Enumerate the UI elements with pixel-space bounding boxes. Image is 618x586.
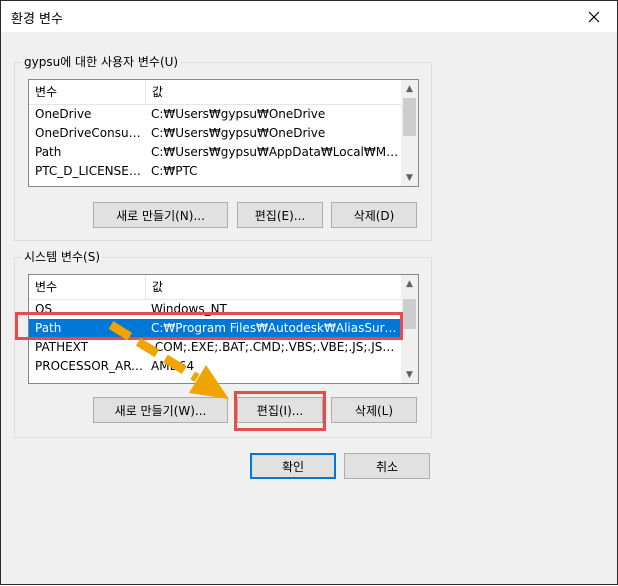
vertical-scrollbar[interactable]: ▲ ▼ [401,275,418,383]
user-edit-button[interactable]: 편집(E)... [237,202,323,228]
user-variables-list[interactable]: 변수 값 OneDrive C:₩Users₩gypsu₩OneDrive On… [28,79,419,187]
close-button[interactable] [571,1,617,32]
scroll-thumb[interactable] [403,299,416,329]
variable-name: PTC_D_LICENSE_FI... [35,164,145,178]
title-bar: 환경 변수 [1,1,617,32]
variable-value: C:₩Users₩gypsu₩OneDrive [151,107,326,121]
variable-name: OneDrive [35,107,92,121]
variable-name: Path [35,145,62,159]
column-header-value[interactable]: 값 [146,275,401,299]
system-new-button[interactable]: 새로 만들기(W)... [93,397,228,423]
scroll-up-icon[interactable]: ▲ [401,275,418,292]
table-row[interactable]: PROCESSOR_ARC... AMD64 [29,357,401,376]
variable-value: C:₩Users₩gypsu₩AppData₩Local₩Microso... [151,145,399,159]
list-header: 변수 값 [29,275,401,300]
column-header-variable[interactable]: 변수 [29,80,145,104]
variable-name: PATHEXT [35,340,89,354]
vertical-scrollbar[interactable]: ▲ ▼ [401,80,418,186]
cancel-button[interactable]: 취소 [344,453,430,479]
user-rows: OneDrive C:₩Users₩gypsu₩OneDrive OneDriv… [29,105,401,181]
column-header-variable[interactable]: 변수 [29,275,145,299]
variable-name: PROCESSOR_ARC... [35,359,145,373]
variable-name: OneDriveConsumer [35,126,145,140]
user-new-button[interactable]: 새로 만들기(N)... [93,202,228,228]
user-variables-title: gypsu에 대한 사용자 변수(U) [21,54,182,70]
table-row[interactable]: OS Windows_NT [29,300,401,319]
variable-name: OS [35,302,53,316]
variable-value: C:₩Program Files₩Autodesk₩AliasSurface2.… [151,321,399,335]
table-row-selected[interactable]: Path C:₩Program Files₩Autodesk₩AliasSurf… [29,319,401,338]
table-row[interactable]: OneDriveConsumer C:₩Users₩gypsu₩OneDrive [29,124,401,143]
scroll-down-icon[interactable]: ▼ [401,169,418,186]
window-title: 환경 변수 [11,12,63,27]
list-header: 변수 값 [29,80,401,105]
table-row[interactable]: OneDrive C:₩Users₩gypsu₩OneDrive [29,105,401,124]
variable-value: .COM;.EXE;.BAT;.CMD;.VBS;.VBE;.JS;.JSE;.… [151,340,399,354]
scroll-thumb[interactable] [403,98,416,136]
system-delete-button[interactable]: 삭제(L) [331,397,417,423]
table-row[interactable]: Path C:₩Users₩gypsu₩AppData₩Local₩Micros… [29,143,401,162]
table-row[interactable]: PTC_D_LICENSE_FI... C:₩PTC [29,162,401,181]
user-delete-button[interactable]: 삭제(D) [331,202,417,228]
close-icon [588,11,600,22]
scroll-up-icon[interactable]: ▲ [401,80,418,97]
variable-value: Windows_NT [151,302,227,316]
system-variables-list[interactable]: 변수 값 OS Windows_NT Path C:₩Program Files… [28,274,419,384]
system-edit-button[interactable]: 편집(I)... [237,397,323,423]
column-header-value[interactable]: 값 [146,80,401,104]
scroll-down-icon[interactable]: ▼ [401,366,418,383]
variable-value: AMD64 [151,359,195,373]
variable-value: C:₩Users₩gypsu₩OneDrive [151,126,326,140]
system-rows: OS Windows_NT Path C:₩Program Files₩Auto… [29,300,401,376]
environment-variables-dialog: 환경 변수 gypsu에 대한 사용자 변수(U) 변수 값 OneDrive … [0,0,618,585]
variable-name: Path [35,321,62,335]
system-variables-title: 시스템 변수(S) [21,249,103,265]
table-row[interactable]: PATHEXT .COM;.EXE;.BAT;.CMD;.VBS;.VBE;.J… [29,338,401,357]
variable-value: C:₩PTC [151,164,198,178]
ok-button[interactable]: 확인 [250,453,336,479]
